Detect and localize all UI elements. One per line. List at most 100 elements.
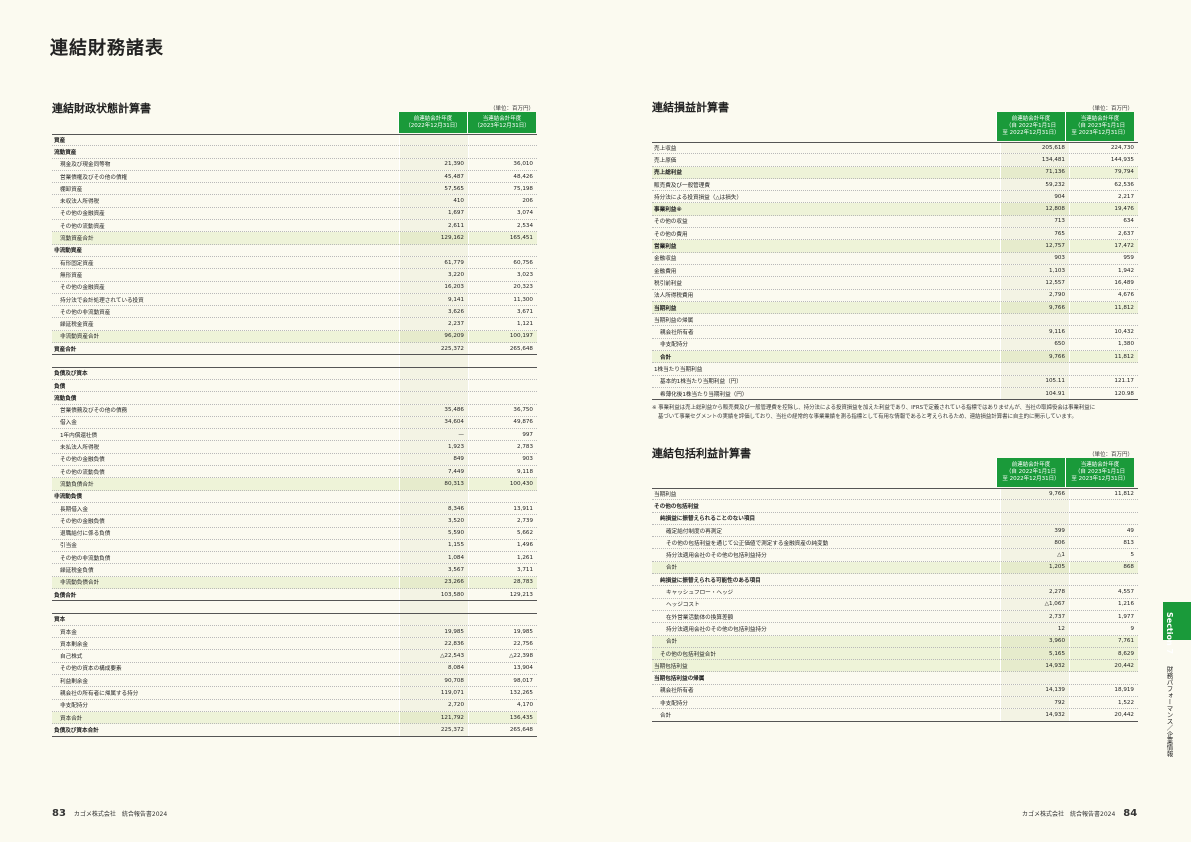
pl-title: 連結損益計算書 <box>652 101 729 114</box>
row-label: 非支配持分 <box>660 342 688 349</box>
value-prev: 806 <box>1000 537 1069 549</box>
ci-col-cur-line3: 至 2023年12月31日） <box>1071 476 1129 482</box>
pl-col-prev-line1: 前連結会計年度 <box>1011 116 1051 122</box>
table-row: 当期包括利益の帰属 <box>652 672 1138 685</box>
row-label: 売上原価 <box>654 157 677 164</box>
row-label: 未払法人所得税 <box>60 445 100 452</box>
row-label: 非流動資産合計 <box>60 334 100 341</box>
table-row: 確定給付制度の再測定 399 49 <box>652 524 1138 538</box>
value-prev: 792 <box>1000 697 1069 709</box>
bs-header: 前連結会計年度 （2022年12月31日） 当連結会計年度 （2023年12月3… <box>398 112 536 133</box>
table-row: 無形資産 3,220 3,023 <box>52 269 537 282</box>
table-row: 非流動資産合計 96,209 100,197 <box>52 330 537 344</box>
table-row: 利益剰余金 90,708 98,017 <box>52 675 537 688</box>
bs-unit: （単位：百万円） <box>490 106 535 112</box>
value-cur <box>468 392 537 404</box>
table-row: 事業利益※ 12,808 19,476 <box>652 203 1138 216</box>
value-prev: 121,792 <box>399 711 468 724</box>
row-label: 営業債権及びその他の債権 <box>60 174 128 181</box>
value-prev: 1,084 <box>399 552 468 564</box>
table-row: 1年内償還社債 —997 <box>52 429 537 442</box>
row-label: 金融費用 <box>654 268 677 275</box>
value-prev: 21,390 <box>399 158 468 170</box>
value-cur: 1,496 <box>468 539 537 552</box>
value-cur: 120.98 <box>1069 387 1138 400</box>
value-cur: 2,739 <box>468 515 537 527</box>
value-prev: 105.11 <box>1000 375 1069 387</box>
pl-table: 売上収益 205,618 224,730 売上原価 134,481 144,935 売上総利… <box>652 142 1138 401</box>
value-cur <box>1069 574 1138 586</box>
value-prev: 14,932 <box>1000 709 1069 721</box>
value-cur <box>1069 314 1138 326</box>
value-cur: 11,812 <box>1069 489 1138 500</box>
value-cur: 11,812 <box>1069 351 1138 363</box>
row-label: 純損益に振替えられることのない項目 <box>660 516 756 523</box>
table-row: その他の流動負債 7,449 9,118 <box>52 466 537 479</box>
value-cur: 1,977 <box>1069 610 1138 623</box>
value-prev: 22,836 <box>399 638 468 650</box>
table-row: 資本金 19,985 19,985 <box>52 625 537 639</box>
row-label: 事業利益※ <box>654 207 682 214</box>
value-cur: 9 <box>1069 623 1138 635</box>
table-row: 売上総利益 71,136 79,794 <box>652 166 1138 179</box>
table-row: その他の金融負債 3,520 2,739 <box>52 515 537 528</box>
row-label: 販売費及び一般管理費 <box>654 182 710 189</box>
table-row: 当期利益 9,766 11,812 <box>652 301 1138 315</box>
table-row: 資本剰余金 22,836 22,756 <box>52 638 537 651</box>
value-prev: 410 <box>399 195 468 207</box>
table-row: 自己株式 △22,543 △22,398 <box>52 650 537 663</box>
table-row: 親会社所有者 14,139 18,919 <box>652 684 1138 698</box>
table-row: 親会社所有者 9,116 10,432 <box>652 326 1138 339</box>
row-label: 1年内償還社債 <box>60 432 98 439</box>
row-label: 未収法人所得税 <box>60 199 100 206</box>
value-prev: 903 <box>1000 252 1069 264</box>
row-label: 法人所得税費用 <box>654 293 694 300</box>
table-row: 未払法人所得税 1,923 2,783 <box>52 441 537 454</box>
row-label: 繰延税金負債 <box>60 568 94 575</box>
value-cur: 1,216 <box>1069 598 1138 610</box>
value-cur <box>468 244 537 256</box>
value-prev: 23,266 <box>399 576 468 588</box>
value-cur: 19,476 <box>1069 203 1138 215</box>
row-label: 自己株式 <box>60 654 83 661</box>
value-prev: 1,697 <box>399 207 468 220</box>
pl-col-prev-line3: 至 2022年12月31日） <box>1002 130 1060 136</box>
value-cur: 9,118 <box>468 466 537 478</box>
ci-header: 前連結会計年度 （自 2022年1月1日 至 2022年12月31日） 当連結会… <box>996 458 1134 487</box>
table-row: 負債及び資本 <box>52 367 537 380</box>
value-cur: 206 <box>468 195 537 207</box>
row-label: 無形資産 <box>60 272 83 279</box>
table-row: 退職給付に係る負債 5,590 5,662 <box>52 527 537 540</box>
value-prev: 3,567 <box>399 564 468 576</box>
value-cur: 13,904 <box>468 662 537 675</box>
value-cur: 5,662 <box>468 527 537 539</box>
row-label: キャッシュフロー・ヘッジ <box>666 590 734 597</box>
row-label: 合計 <box>666 565 678 572</box>
table-row: 在外営業活動体の換算差額 2,737 1,977 <box>652 610 1138 624</box>
ci-title: 連結包括利益計算書 <box>652 447 751 460</box>
row-label: その他の非流動負債 <box>60 555 111 562</box>
value-prev: 3,626 <box>399 306 468 318</box>
row-label: 当期利益 <box>654 492 677 499</box>
table-row: 流動資産合計 129,162 165,451 <box>52 232 537 245</box>
table-row: 借入金 34,604 49,876 <box>52 416 537 430</box>
bs-col-cur-line2: （2023年12月31日） <box>474 122 530 129</box>
value-cur: 2,637 <box>1069 228 1138 240</box>
value-prev: 14,932 <box>1000 660 1069 672</box>
value-cur: 2,217 <box>1069 191 1138 203</box>
row-label: 希薄化後1株当たり当期利益（円） <box>660 391 748 398</box>
value-prev: 12,757 <box>1000 240 1069 252</box>
table-row: その他の収益 713 634 <box>652 215 1138 229</box>
table-row: その他の包括利益合計 5,165 8,629 <box>652 647 1138 661</box>
value-prev: 57,565 <box>399 183 468 195</box>
row-label: 資本 <box>54 617 66 624</box>
value-cur <box>1069 500 1138 512</box>
value-prev: 45,487 <box>399 170 468 183</box>
ci-col-cur-line1: 当連結会計年度 <box>1080 462 1120 468</box>
value-cur: 11,300 <box>468 293 537 306</box>
value-cur: 144,935 <box>1069 154 1138 166</box>
row-label: 流動資産 <box>54 149 77 156</box>
value-cur: 18,919 <box>1069 684 1138 697</box>
table-row: 資産合計 225,372 265,648 <box>52 343 537 356</box>
value-cur: 1,380 <box>1069 338 1138 351</box>
